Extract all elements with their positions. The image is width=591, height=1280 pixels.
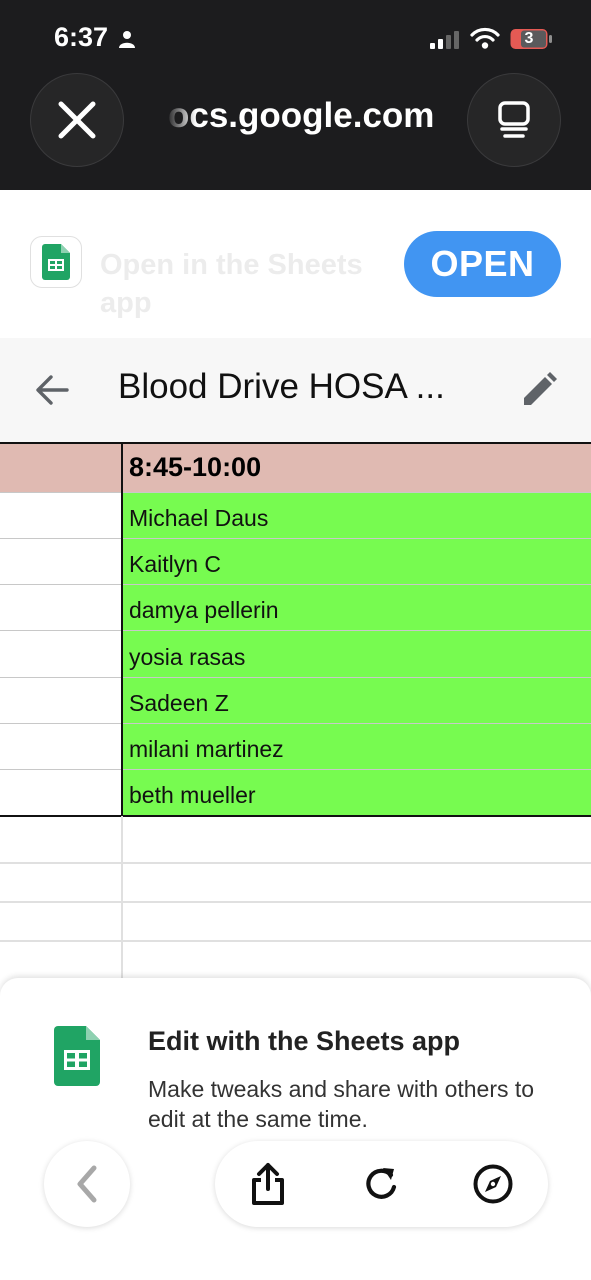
share-icon — [252, 1163, 284, 1205]
grid-border-bottom — [0, 815, 591, 817]
url-fade — [166, 90, 196, 146]
reader-icon — [498, 101, 530, 138]
browser-toolbar — [215, 1141, 548, 1227]
table-row-name[interactable]: Sadeen Z — [129, 690, 229, 717]
back-arrow-icon[interactable] — [34, 372, 70, 408]
table-row-name[interactable]: Michael Daus — [129, 505, 268, 532]
open-app-button[interactable]: OPEN — [404, 231, 561, 297]
share-button[interactable] — [235, 1154, 301, 1214]
table-row-name[interactable]: milani martinez — [129, 736, 284, 763]
reload-icon — [366, 1168, 397, 1199]
chevron-left-icon — [77, 1165, 97, 1203]
promo-description: Make tweaks and share with others to edi… — [148, 1076, 535, 1132]
grid-line — [0, 862, 591, 864]
back-button[interactable] — [44, 1141, 130, 1227]
url-display[interactable]: ocs.google.com — [168, 96, 458, 136]
grid-line — [0, 492, 591, 493]
reader-mode-button[interactable] — [467, 73, 561, 167]
compass-button[interactable] — [460, 1154, 526, 1214]
grid-line — [0, 677, 591, 678]
document-title: Blood Drive HOSA ... — [118, 367, 445, 406]
column-divider — [121, 442, 123, 816]
status-time: 6:37 — [54, 22, 109, 52]
grid-line — [0, 723, 591, 724]
grid-line — [0, 769, 591, 770]
sheets-icon — [42, 244, 70, 280]
grid-line — [0, 584, 591, 585]
grid-border-top — [0, 442, 591, 444]
grid-line — [0, 901, 591, 903]
banner-text: Open in the Sheets app — [100, 249, 363, 319]
cellular-signal-icon — [430, 31, 459, 49]
grid-line — [0, 538, 591, 539]
header-cell-text: 8:45-10:00 — [129, 452, 262, 482]
sheets-icon — [54, 1026, 100, 1086]
promo-title: Edit with the Sheets app — [148, 1026, 461, 1056]
table-row-name[interactable]: beth mueller — [129, 782, 256, 809]
battery-icon: 3 — [510, 28, 552, 50]
table-row-name[interactable]: yosia rasas — [129, 644, 245, 671]
close-icon — [58, 101, 96, 139]
header-row-left-cell[interactable] — [0, 442, 122, 492]
battery-level: 3 — [524, 30, 534, 47]
table-row-name[interactable]: Kaitlyn C — [129, 551, 221, 578]
person-icon — [119, 31, 135, 48]
compass-icon — [473, 1164, 513, 1204]
column-divider — [121, 816, 123, 992]
reload-button[interactable] — [348, 1154, 414, 1214]
pencil-icon[interactable] — [520, 371, 558, 409]
grid-line — [0, 940, 591, 942]
table-row-name[interactable]: damya pellerin — [129, 597, 279, 624]
wifi-icon — [470, 27, 500, 49]
grid-line — [0, 630, 591, 631]
sheets-app-icon — [30, 236, 82, 288]
spreadsheet-grid[interactable]: 8:45-10:00 Michael Daus Kaitlyn C damya … — [0, 442, 591, 992]
close-button[interactable] — [30, 73, 124, 167]
